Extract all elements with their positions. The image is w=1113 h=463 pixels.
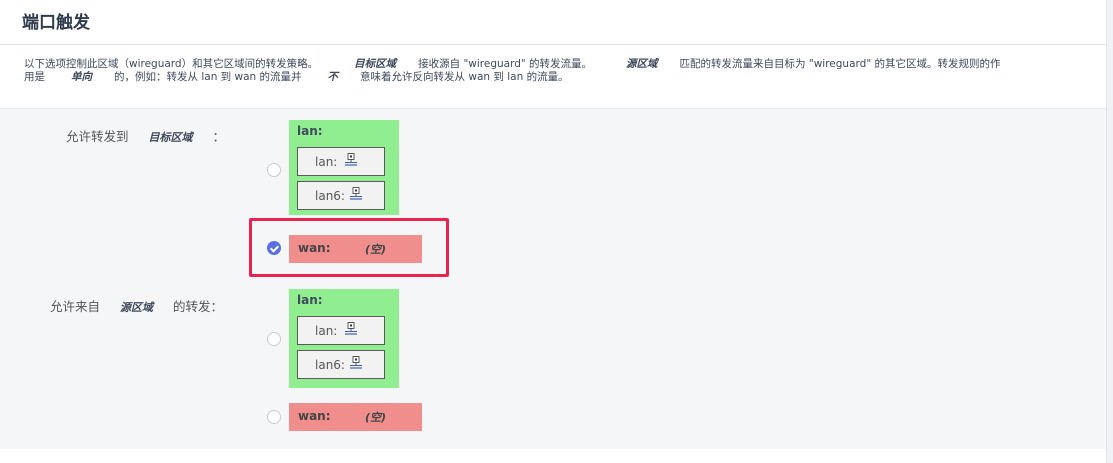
network-lan-label: lan:: [315, 324, 338, 338]
zone-name-lan: lan:: [297, 293, 323, 307]
desc-em-not: 不: [327, 71, 339, 83]
forward-from-wan-zone[interactable]: wan: (空): [289, 403, 422, 431]
desc-part-2: 接收源自 "wireguard" 的转发流量。: [418, 58, 593, 70]
page-title: 端口触发: [22, 13, 90, 33]
desc-em-source-zone: 源区域: [626, 58, 658, 70]
network-lan-label: lan:: [315, 155, 338, 169]
network-interface-icon: [350, 187, 362, 200]
forward-to-lan-zone[interactable]: lan: lan: lan6:: [289, 120, 399, 215]
forward-from-label-suffix: 的转发：: [173, 299, 224, 314]
desc-part-5: 的，例如：转发从 lan 到 wan 的流量并: [114, 71, 302, 83]
forward-to-label-suffix: ：: [212, 129, 226, 144]
zone-name-lan: lan:: [297, 124, 323, 138]
zone-name-wan: wan:: [298, 409, 331, 423]
forward-to-label: 允许转发到 目标区域 ：: [66, 126, 225, 145]
network-interface-icon: [345, 153, 357, 166]
forward-from-label-prefix: 允许来自: [50, 299, 101, 314]
forward-to-label-prefix: 允许转发到: [66, 129, 129, 144]
forward-from-lan-zone[interactable]: lan: lan: lan6:: [289, 289, 399, 388]
zone-empty-text: (空): [365, 411, 387, 424]
forward-from-wan-radio[interactable]: [267, 410, 281, 424]
network-interface-icon: [345, 322, 357, 335]
forward-to-lan-radio[interactable]: [267, 163, 281, 177]
desc-part-4: 用是: [24, 71, 45, 83]
network-lan6-label: lan6:: [315, 358, 345, 372]
network-lan6: lan6:: [297, 350, 385, 379]
desc-em-one-way: 单向: [71, 71, 92, 83]
network-interface-icon: [350, 356, 362, 369]
desc-part-6: 意味着允许反向转发从 wan 到 lan 的流量。: [360, 71, 569, 83]
network-lan6: lan6:: [297, 181, 385, 210]
forward-from-label: 允许来自 源区域 的转发：: [50, 296, 223, 315]
desc-part-1: 以下选项控制此区域（wireguard）和其它区域间的转发策略。: [24, 58, 319, 70]
panel-header: 端口触发: [0, 0, 1106, 45]
forward-from-lan-radio[interactable]: [267, 332, 281, 346]
network-lan: lan:: [297, 316, 385, 345]
desc-em-target-zone: 目标区域: [354, 58, 397, 70]
description-text: 以下选项控制此区域（wireguard）和其它区域间的转发策略。 目标区域 接收源自…: [24, 58, 1084, 84]
desc-part-3: 匹配的转发流量来自目标为 "wireguard" 的其它区域。转发规则的作: [679, 58, 1001, 70]
selection-highlight-box: [249, 218, 449, 277]
network-lan: lan:: [297, 147, 385, 176]
forward-to-label-em: 目标区域: [148, 131, 193, 144]
settings-panel: 端口触发 以下选项控制此区域（wireguard）和其它区域间的转发策略。 目标区…: [0, 0, 1107, 463]
network-lan6-label: lan6:: [315, 189, 345, 203]
forwarding-form: [0, 108, 1106, 449]
forward-from-label-em: 源区域: [120, 301, 154, 314]
